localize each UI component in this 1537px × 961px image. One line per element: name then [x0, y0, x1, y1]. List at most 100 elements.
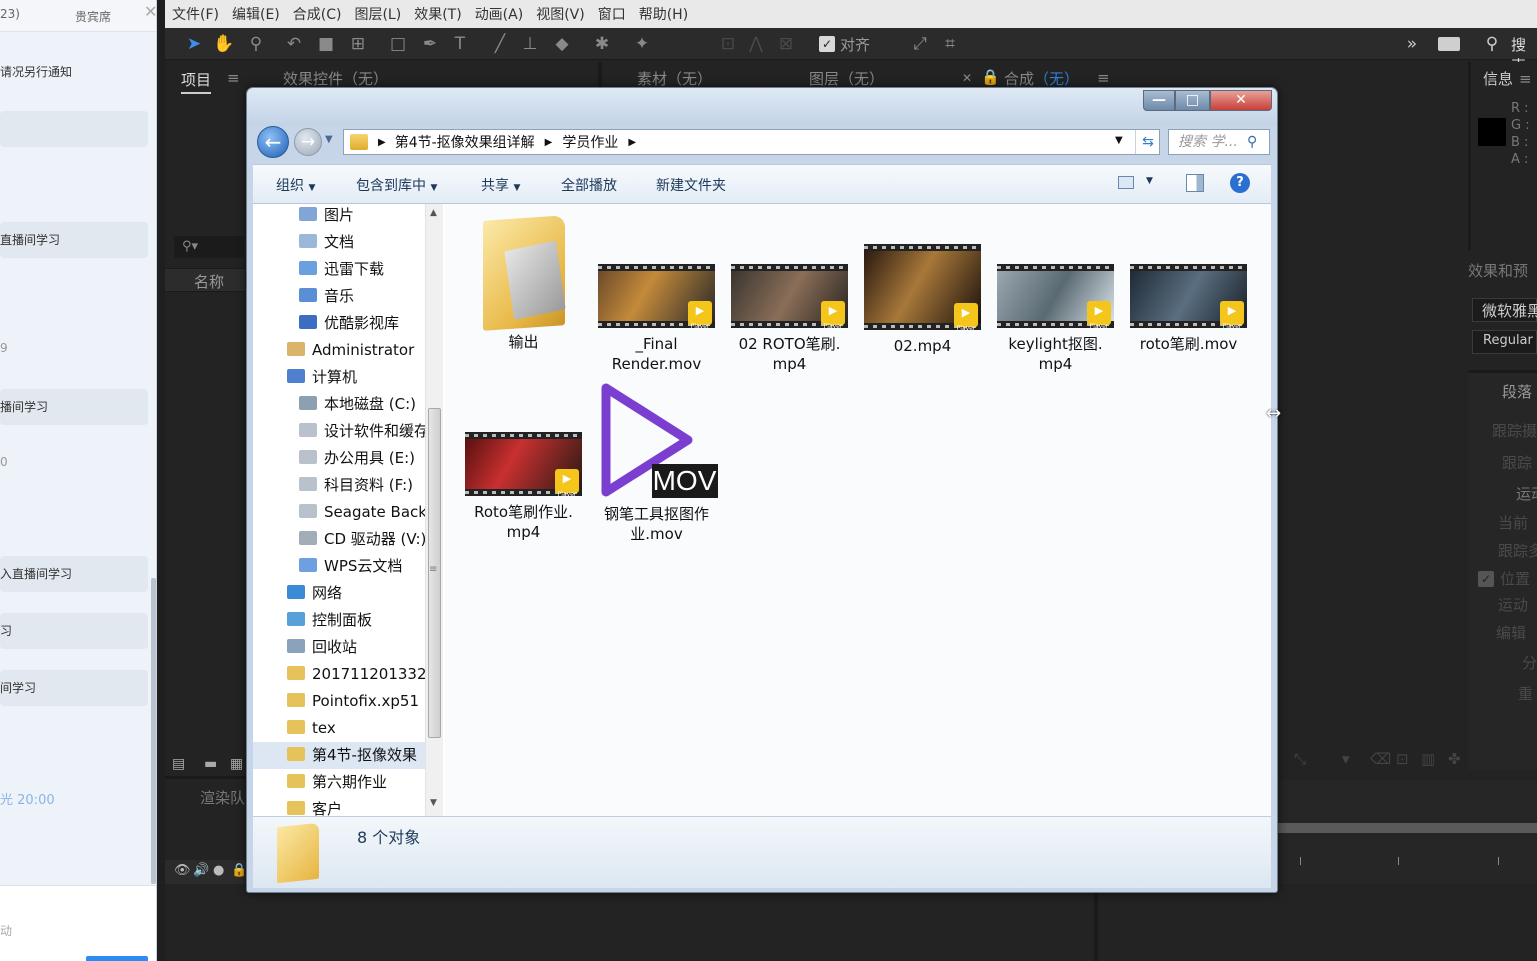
sidebar-item[interactable]: 控制面板 — [287, 607, 372, 634]
chat-scrollbar[interactable] — [151, 578, 156, 884]
tracker-button[interactable]: 编辑 — [1496, 622, 1526, 643]
file-item[interactable]: MOV 钢笔工具抠图作 业.mov — [594, 380, 719, 544]
play-all-button[interactable]: 全部播放 — [561, 175, 617, 195]
chat-item[interactable]: 习 — [0, 613, 148, 649]
sidebar-item[interactable]: 客户 — [287, 796, 342, 816]
rotate-tool-icon[interactable]: ↶ — [283, 33, 305, 55]
font-style-select[interactable]: Regular — [1472, 330, 1537, 354]
refresh-icon[interactable]: ⇆ — [1135, 130, 1160, 154]
sidebar-item[interactable]: 本地磁盘 (C:) — [299, 391, 416, 418]
interpret-footage-icon[interactable]: ▤ — [172, 756, 185, 772]
hand-tool-icon[interactable]: ✋ — [213, 33, 235, 55]
audio-icon[interactable]: 🔊 — [193, 863, 209, 878]
sidebar-item[interactable]: 图片 — [299, 204, 354, 229]
type-tool-icon[interactable]: T — [449, 33, 471, 55]
breadcrumb-item[interactable]: 学员作业 — [562, 132, 618, 152]
new-comp-icon[interactable]: ▦ — [230, 756, 243, 772]
nav-scrollbar[interactable]: ▲ ≡ ▼ — [425, 204, 443, 816]
menu-icon[interactable]: ≡ — [1097, 69, 1110, 87]
render-queue-tab[interactable]: 渲染队 — [200, 787, 245, 808]
pan-behind-tool-icon[interactable]: ⊞ — [347, 33, 369, 55]
menu-composition[interactable]: 合成(C) — [293, 4, 342, 24]
view-dropdown-icon[interactable]: ▼ — [1146, 176, 1153, 186]
include-library-button[interactable]: 包含到库中 ▼ — [356, 175, 437, 195]
sidebar-item[interactable]: 设计软件和缓存 — [299, 418, 429, 445]
snap-grid-icon[interactable]: ⌗ — [939, 33, 961, 55]
share-button[interactable]: 共享 ▼ — [481, 175, 520, 195]
eye-icon[interactable]: 👁 — [174, 863, 191, 878]
pen-tool-icon[interactable]: ✒ — [419, 33, 441, 55]
menu-file[interactable]: 文件(F) — [172, 4, 219, 24]
tab-composition[interactable]: 合成（无） — [1004, 68, 1079, 89]
sidebar-item[interactable]: 第4节-抠像效果 — [253, 742, 433, 769]
lock-icon[interactable]: 🔒 — [981, 68, 1000, 86]
menu-animation[interactable]: 动画(A) — [475, 4, 524, 24]
file-item[interactable]: ▶ Player Roto笔刷作业. mp4 — [461, 432, 586, 542]
address-bar[interactable]: ▶ 第4节-抠像效果组详解 ▶ 学员作业 ▶ ▼ ⇆ — [343, 129, 1160, 155]
chat-item[interactable]: 间学习 — [0, 670, 148, 706]
column-name-label[interactable]: 名称 — [194, 271, 224, 292]
snap-checkbox[interactable]: ✓ — [819, 36, 835, 52]
tab-effects-controls[interactable]: 效果控件（无） — [283, 68, 388, 89]
tracker-button[interactable]: 跟踪摄 — [1492, 420, 1537, 441]
breadcrumb-arrow-icon[interactable]: ▶ — [628, 137, 636, 148]
close-tab-icon[interactable]: ✕ — [962, 71, 972, 85]
minimize-button[interactable]: — — [1143, 90, 1175, 111]
sidebar-item[interactable]: 优酷影视库 — [299, 310, 399, 337]
chat-item[interactable]: 播间学习 — [0, 389, 148, 425]
menu-help[interactable]: 帮助(H) — [639, 4, 688, 24]
zoom-tool-icon[interactable]: ⚲ — [245, 33, 267, 55]
breadcrumb-item[interactable]: 第4节-抠像效果组详解 — [395, 132, 535, 152]
local-axis-icon[interactable]: ⊡ — [717, 33, 739, 55]
view-axis-icon[interactable]: ⊠ — [775, 33, 797, 55]
sidebar-item[interactable]: 201711201332 — [287, 661, 427, 688]
breadcrumb-arrow-icon[interactable]: ▶ — [545, 137, 553, 148]
flowchart-icon[interactable]: ⤡ — [1294, 750, 1306, 768]
close-button[interactable]: ✕ — [1210, 90, 1272, 111]
search-icon[interactable]: ⚲ — [1481, 33, 1503, 55]
file-item[interactable]: ▶ Player keylight抠图. mp4 — [993, 264, 1118, 374]
eraser-tool-icon[interactable]: ◆ — [551, 33, 573, 55]
sidebar-item[interactable]: Pointofix.xp51 — [287, 688, 419, 715]
tab-footage[interactable]: 素材（无） — [637, 68, 712, 89]
window-titlebar[interactable] — [247, 88, 1277, 126]
sidebar-item[interactable]: 迅雷下载 — [299, 256, 384, 283]
file-item[interactable]: ▶ Player _Final Render.mov — [594, 264, 719, 374]
info-panel-title[interactable]: 信息 — [1483, 68, 1513, 89]
scroll-down-icon[interactable]: ▼ — [430, 798, 437, 808]
solo-icon[interactable]: ● — [213, 863, 224, 878]
breadcrumb-arrow-icon[interactable]: ▶ — [378, 137, 386, 148]
work-area-bar[interactable] — [1278, 823, 1537, 833]
sidebar-item[interactable]: Seagate Backu — [299, 499, 436, 526]
forward-arrow-icon[interactable]: → — [294, 128, 322, 156]
region-icon[interactable]: ⊡ — [1396, 750, 1409, 768]
paragraph-title[interactable]: 段落 — [1502, 381, 1532, 402]
world-axis-icon[interactable]: ⋀ — [745, 33, 767, 55]
search-icon[interactable]: ⚲ — [1247, 130, 1257, 154]
sidebar-item[interactable]: 音乐 — [299, 283, 354, 310]
tracker-button[interactable]: 跟踪 — [1502, 452, 1532, 473]
selection-tool-icon[interactable]: ➤ — [183, 33, 205, 55]
menu-icon[interactable]: ≡ — [1519, 70, 1532, 88]
menu-edit[interactable]: 编辑(E) — [232, 4, 280, 24]
camera-tool-icon[interactable]: ■ — [315, 33, 337, 55]
scroll-up-icon[interactable]: ▲ — [430, 208, 437, 218]
sidebar-item[interactable]: tex — [287, 715, 336, 742]
search-input[interactable]: 搜索 学... ⚲ — [1168, 129, 1270, 155]
roto-brush-tool-icon[interactable]: ✱ — [591, 33, 613, 55]
new-folder-button[interactable]: 新建文件夹 — [656, 175, 726, 195]
menu-icon[interactable]: ≡ — [227, 69, 240, 87]
project-search-icon[interactable]: ⚲▾ — [174, 236, 244, 258]
sidebar-item[interactable]: CD 驱动器 (V:) — [299, 526, 426, 553]
sidebar-item[interactable]: Administrator — [287, 337, 414, 364]
chat-item[interactable]: 入直播间学习 — [0, 556, 148, 592]
workspace-icon[interactable] — [1438, 37, 1460, 51]
file-item[interactable]: ▶ Player 02.mp4 — [860, 244, 985, 356]
tab-layer[interactable]: 图层（无） — [809, 68, 884, 89]
address-dropdown-icon[interactable]: ▼ — [1115, 135, 1123, 146]
help-icon[interactable]: ? — [1230, 173, 1250, 193]
rectangle-tool-icon[interactable]: □ — [387, 33, 409, 55]
channel-icon[interactable]: ✤ — [1448, 750, 1461, 768]
lock-icon[interactable]: 🔒 — [231, 863, 247, 878]
sidebar-item[interactable]: 回收站 — [287, 634, 357, 661]
